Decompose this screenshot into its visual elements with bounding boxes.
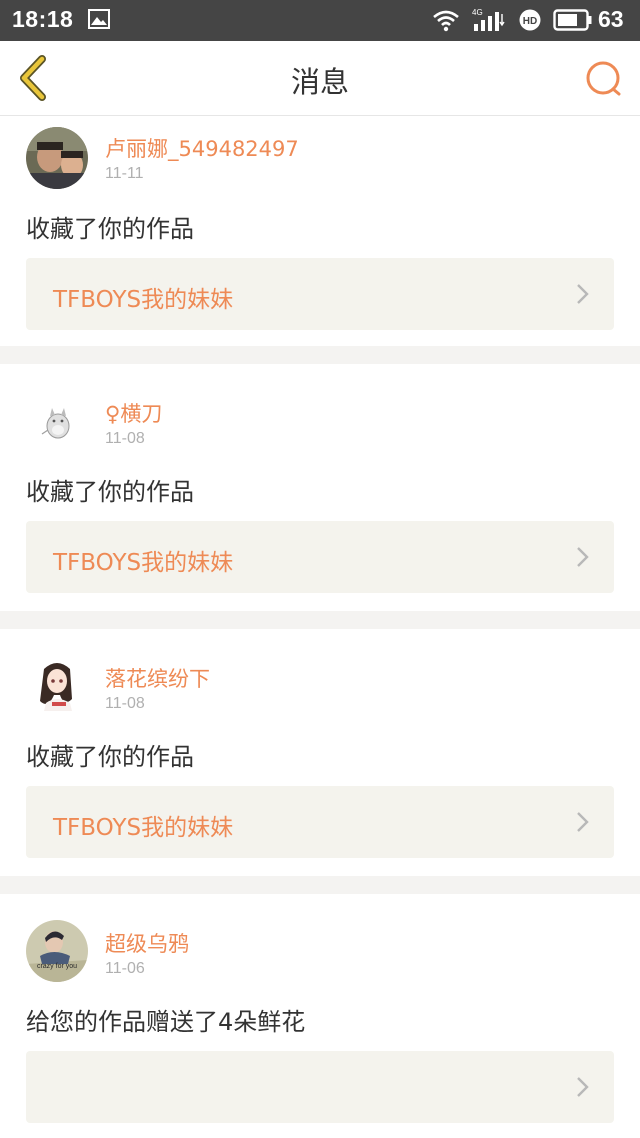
svg-text:HD: HD [523,16,537,27]
work-link[interactable]: TFBOYS我的妹妹 [26,258,614,330]
work-title: TFBOYS我的妹妹 [53,550,234,576]
search-icon[interactable] [584,59,624,99]
message-text: 收藏了你的作品 [26,215,194,243]
message-item: 落花缤纷下 11-08 收藏了你的作品 TFBOYS我的妹妹 [0,629,640,858]
work-link[interactable]: TFBOYS我的妹妹 [26,521,614,593]
message-date: 11-08 [105,430,145,447]
avatar[interactable] [26,390,88,452]
message-date: 11-08 [105,695,145,712]
avatar[interactable] [26,127,88,189]
work-title: TFBOYS我的妹妹 [53,815,234,841]
chevron-right-icon [577,547,589,567]
status-bar: 18:18 4G HD 63 [0,0,640,41]
chevron-right-icon [577,284,589,304]
message-item: ♀横刀 11-08 收藏了你的作品 TFBOYS我的妹妹 [0,364,640,593]
signal-icon [474,12,505,31]
user-name[interactable]: ♀横刀 [105,398,162,428]
status-time: 18:18 [12,6,74,32]
user-name[interactable]: 落花缤纷下 [105,663,210,693]
chevron-right-icon [577,1077,589,1097]
divider [0,876,640,894]
page-title: 消息 [290,65,349,99]
divider [0,346,640,364]
nav-bar: 消息 [0,41,640,116]
avatar[interactable] [26,655,88,717]
message-text: 给您的作品赠送了4朵鲜花 [26,1008,306,1036]
message-date: 11-11 [105,165,144,182]
message-text: 收藏了你的作品 [26,478,194,506]
message-text: 收藏了你的作品 [26,743,194,771]
battery-icon [553,9,592,31]
user-name[interactable]: 超级乌鸦 [105,928,189,958]
wifi-icon [433,10,459,32]
message-item: crazy for you 超级乌鸦 11-06 给您的作品赠送了4朵鲜花 [0,894,640,1123]
work-link[interactable] [26,1051,614,1123]
hd-icon: HD [519,9,541,31]
battery-level: 63 [598,6,624,32]
message-date: 11-06 [105,960,145,977]
user-name[interactable]: 卢丽娜_549482497 [105,133,299,163]
divider [0,611,640,629]
work-link[interactable]: TFBOYS我的妹妹 [26,786,614,858]
message-list[interactable]: 卢丽娜_549482497 11-11 收藏了你的作品 TFBOYS我的妹妹 ♀… [0,117,640,1138]
gallery-notification-icon [88,9,110,29]
chevron-right-icon [577,812,589,832]
avatar-text: crazy for you [37,963,77,970]
avatar[interactable]: crazy for you [26,920,88,982]
work-title: TFBOYS我的妹妹 [53,287,234,313]
message-item: 卢丽娜_549482497 11-11 收藏了你的作品 TFBOYS我的妹妹 [0,117,640,346]
